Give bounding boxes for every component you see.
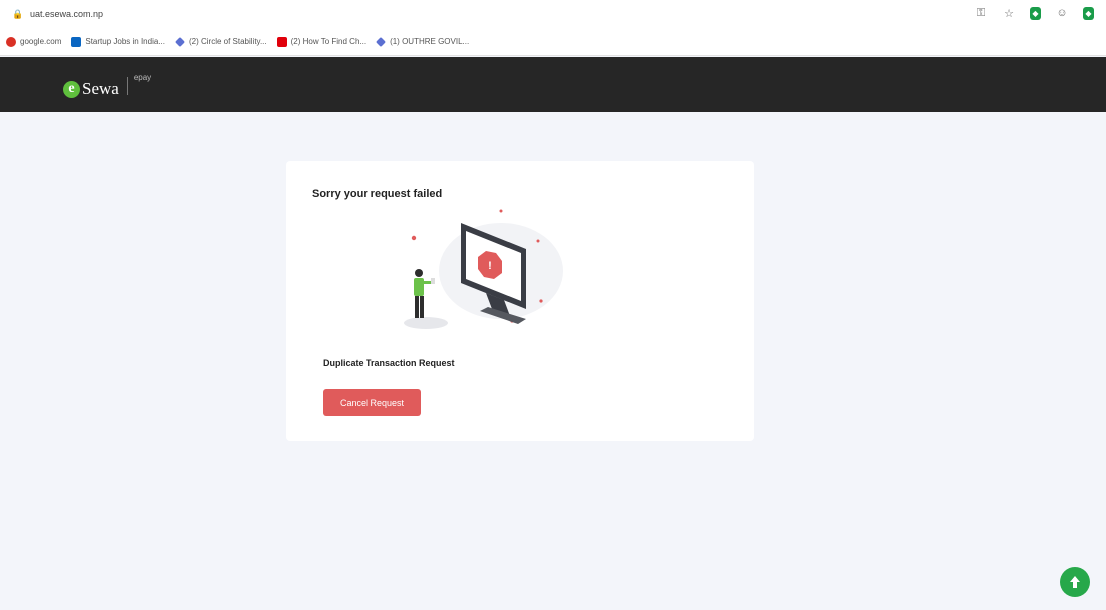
profile-icon[interactable]: ☺	[1055, 6, 1069, 20]
bookmark-youtube[interactable]: (2) How To Find Ch...	[276, 36, 367, 47]
illustration-floor-shadow	[404, 317, 448, 329]
logo-text: Sewa	[82, 79, 119, 98]
error-illustration: !	[404, 209, 563, 329]
arrow-up-icon	[1070, 576, 1080, 588]
error-message: Duplicate Transaction Request	[323, 358, 455, 368]
bookmark-icon	[376, 36, 387, 47]
bookmark-google[interactable]: google.com	[6, 36, 62, 47]
bookmarks-bar: google.com Startup Jobs in India... (2) …	[0, 28, 1106, 56]
decor-dot	[539, 299, 543, 303]
esewa-logo[interactable]: e Sewa epay	[63, 73, 151, 101]
bookmark-label: google.com	[20, 37, 62, 46]
bookmark-startup-jobs[interactable]: Startup Jobs in India...	[71, 36, 165, 47]
bookmark-label: (2) Circle of Stability...	[188, 37, 267, 46]
bookmark-label: Startup Jobs in India...	[85, 37, 165, 46]
bookmark-circle[interactable]: (2) Circle of Stability...	[175, 36, 267, 47]
svg-text:!: !	[488, 260, 492, 272]
decor-dot	[411, 235, 417, 241]
app-header: e Sewa epay	[0, 57, 1106, 112]
url-text[interactable]: uat.esewa.com.np	[30, 9, 103, 19]
star-icon[interactable]: ☆	[1002, 6, 1016, 20]
extension-icon[interactable]: ◆	[1083, 6, 1094, 20]
card-title: Sorry your request failed	[312, 188, 443, 200]
failure-card: Sorry your request failed ! Duplicate Tr…	[286, 161, 754, 441]
scroll-to-top-button[interactable]	[1060, 567, 1090, 597]
cancel-request-button[interactable]: Cancel Request	[323, 389, 421, 416]
youtube-icon	[276, 36, 287, 47]
browser-toolbar-icons: ⚿ ☆ ◆ ☺ ◆	[974, 6, 1094, 20]
extension-shield-icon[interactable]: ◆	[1030, 6, 1041, 20]
browser-address-bar[interactable]: 🔒 uat.esewa.com.np ⚿ ☆ ◆ ☺ ◆	[0, 0, 1106, 28]
key-icon[interactable]: ⚿	[974, 6, 988, 20]
decor-dot	[499, 209, 503, 213]
bookmark-label: (2) How To Find Ch...	[290, 37, 367, 46]
decor-dot	[536, 239, 540, 243]
person-graphic	[414, 269, 435, 318]
logo-e-badge: e	[63, 80, 80, 98]
google-icon	[6, 36, 16, 47]
logo-divider	[126, 77, 128, 95]
bookmark-icon	[175, 36, 185, 47]
bookmark-outhre[interactable]: (1) OUTHRE GOVIL...	[376, 36, 470, 47]
bookmark-label: (1) OUTHRE GOVIL...	[390, 37, 470, 46]
lock-icon: 🔒	[12, 9, 24, 19]
linkedin-icon	[71, 36, 82, 47]
logo-suffix: epay	[133, 73, 152, 82]
